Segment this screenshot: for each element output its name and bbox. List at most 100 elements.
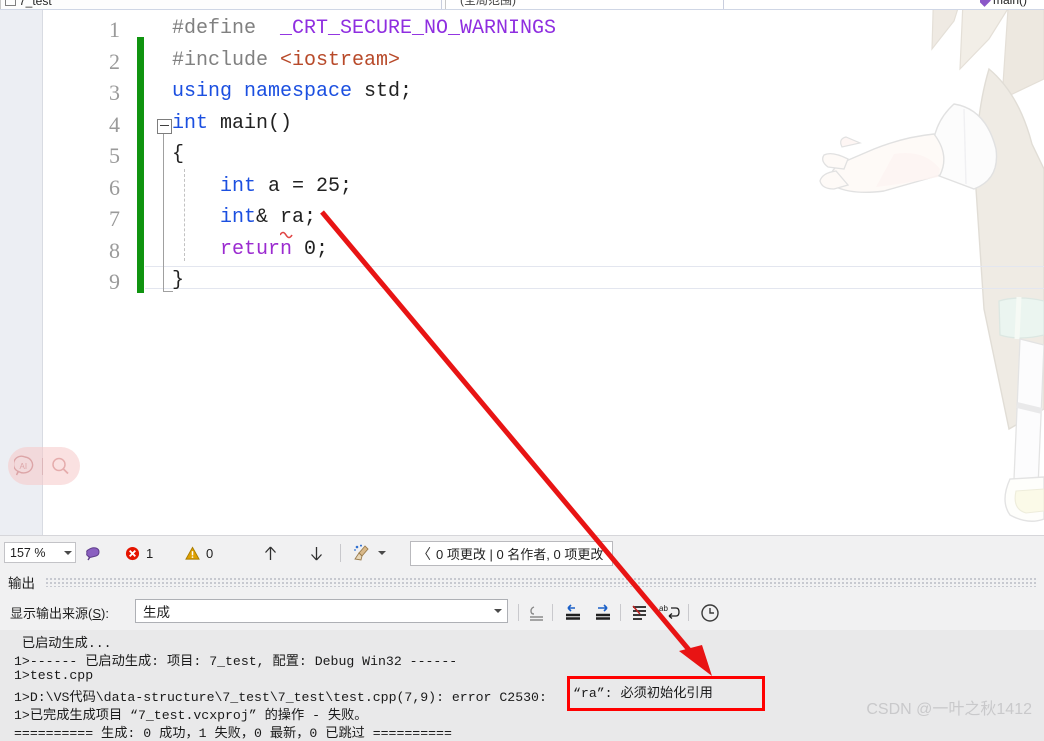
line-number: 3 [0,80,120,106]
editor-navigation-bar: 7_test (全局范围) main() [0,0,1044,10]
arrow-left-lines-icon [563,603,583,622]
output-line: 已启动生成... [14,632,112,651]
output-line: 1>D:\VS代码\data-structure\7_test\7_test\t… [14,686,555,705]
arrow-up-icon [263,545,278,562]
code-cleanup-button[interactable] [352,536,386,570]
code-token: int [172,112,220,135]
code-token: #define [172,17,268,40]
line-number: 5 [0,143,120,169]
line-number: 9 [0,269,120,295]
output-source-value: 生成 [143,601,170,621]
header-dotted-filler [45,578,1038,587]
toolbar-divider-2 [552,604,553,621]
scope-selector-label: (全局范围) [460,0,516,7]
code-line[interactable]: } [172,269,184,292]
nav-divider-2 [723,0,724,9]
chevron-down-icon [378,551,386,555]
output-line: 1>已完成生成项目 “7_test.vcxproj” 的操作 - 失败。 [14,704,367,723]
toolbar-divider-4 [688,604,689,621]
nav-divider-1 [441,0,442,9]
code-token: } [172,269,184,292]
output-source-label-key: S [92,606,101,621]
source-control-changes-indicator[interactable]: 〈 0 项更改 | 0 名作者, 0 项更改 [410,541,613,566]
output-text-area[interactable]: 已启动生成...1>------ 已启动生成: 项目: 7_test, 配置: … [0,630,1044,741]
output-line: 1>test.cpp [14,668,93,683]
warning-count-value: 0 [206,546,213,561]
ai-chat-icon[interactable]: AI [8,447,42,485]
code-line[interactable]: using namespace std; [172,80,412,103]
intellicode-button[interactable] [84,536,102,570]
code-line[interactable]: int a = 25; [172,175,352,198]
output-history-button[interactable] [697,600,722,625]
error-icon [125,546,140,561]
find-previous-button[interactable] [560,600,585,625]
member-selector-label: main() [993,0,1027,7]
line-number: 8 [0,238,120,264]
method-icon [980,0,991,7]
code-line[interactable]: #include <iostream> [172,49,400,72]
code-line[interactable]: int main() [172,112,292,135]
warning-count-indicator[interactable]: 0 [185,536,213,570]
code-line[interactable]: int& ra; [172,206,316,229]
output-source-label-pre: 显示输出来源( [10,606,92,621]
line-number: 7 [0,206,120,232]
code-token: main() [220,112,292,135]
clear-all-icon [629,603,649,622]
brain-icon [84,544,102,562]
code-token: { [172,143,184,166]
csdn-watermark: CSDN @一叶之秋1412 [866,695,1032,719]
toolbar-divider-1 [518,604,519,621]
zoom-level-value: 157 % [10,546,45,560]
code-line[interactable]: { [172,143,184,166]
zoom-level-selector[interactable]: 157 % [4,542,76,563]
toolbar-divider-3 [620,604,621,621]
scope-selector[interactable]: (全局范围) [460,0,720,9]
go-to-source-icon [527,603,546,622]
code-token: & ra; [256,206,316,229]
chevron-left-icon: 〈 [417,544,431,564]
project-selector[interactable]: 7_test [0,0,446,10]
output-source-select[interactable]: 生成 [135,599,508,623]
output-source-label: 显示输出来源(S): [10,603,109,622]
code-token: return [172,238,292,261]
code-token: _CRT_SECURE_NO_WARNINGS [268,17,556,40]
output-line: 1>------ 已启动生成: 项目: 7_test, 配置: Debug Wi… [14,650,457,669]
output-panel-header: 输出 [0,569,1044,595]
clear-output-button[interactable] [626,600,651,625]
output-panel-title: 输出 [0,572,35,592]
collapse-region-button[interactable] [157,119,172,134]
search-icon[interactable] [43,447,77,485]
previous-item-button[interactable] [258,536,282,570]
line-number: 1 [0,17,120,43]
output-line: ========== 生成: 0 成功，1 失败，0 最新，0 已跳过 ====… [14,722,452,741]
status-divider [340,544,341,562]
arrow-down-icon [309,545,324,562]
toggle-word-wrap-button[interactable]: ab c [656,600,681,625]
output-toolbar: 显示输出来源(S): 生成 [0,595,1044,630]
project-selector-label: 7_test [19,0,52,8]
broom-icon [352,544,371,562]
line-number: 4 [0,112,120,138]
warning-icon [185,546,200,561]
code-line[interactable]: #define _CRT_SECURE_NO_WARNINGS [172,17,556,40]
highlighted-error-message: “ra”: 必须初始化引用 [573,682,713,701]
code-editor[interactable]: 1 #define _CRT_SECURE_NO_WARNINGS 2 #includ… [0,9,1044,535]
unsaved-change-indicator [137,37,144,293]
fold-guide-foot [163,291,173,292]
member-selector[interactable]: main() [980,0,1044,9]
error-count-indicator[interactable]: 1 [125,536,153,570]
fold-guide-line [163,132,164,292]
find-next-button[interactable] [590,600,615,625]
error-squiggle [280,229,330,243]
code-text-surface[interactable]: 1 #define _CRT_SECURE_NO_WARNINGS 2 #includ… [0,9,1044,535]
chevron-down-icon [494,609,502,613]
code-token: <iostream> [280,49,400,72]
svg-text:AI: AI [20,462,28,471]
error-count-value: 1 [146,546,153,561]
line-number: 2 [0,49,120,75]
indent-guide [184,169,185,261]
next-item-button[interactable] [304,536,328,570]
ai-assistant-widget[interactable]: AI [8,447,80,485]
clock-icon [700,603,720,623]
go-to-message-button[interactable] [524,600,549,625]
